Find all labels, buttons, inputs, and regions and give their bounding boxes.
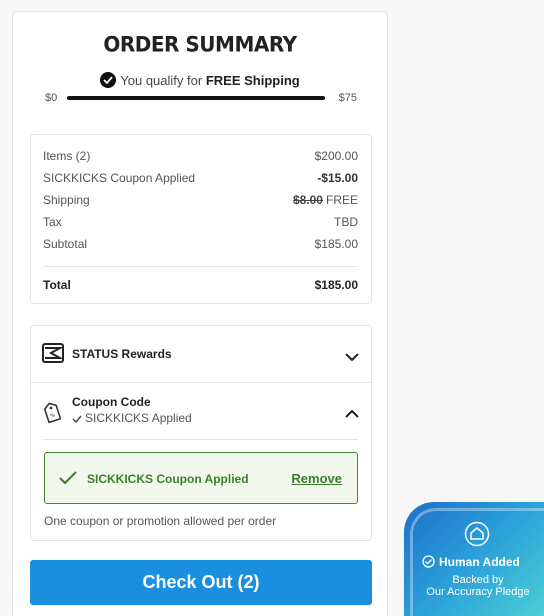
progress-min-label: $0	[45, 92, 58, 104]
coupon-applied-message: SICKKICKS Coupon Applied	[87, 472, 249, 486]
progress-fill	[67, 96, 325, 100]
free-shipping-message: You qualify for FREE Shipping	[13, 72, 387, 88]
checkmark-icon	[72, 415, 82, 424]
coupon-tag-icon: %	[43, 401, 62, 428]
items-value: $200.00	[314, 149, 358, 163]
badge-line-2: Our Accuracy Pledge	[426, 586, 530, 598]
status-rewards-toggle[interactable]: STATUS Rewards	[31, 326, 371, 383]
status-rewards-label: STATUS Rewards	[72, 347, 172, 361]
house-icon	[464, 521, 490, 552]
qualify-prefix: You qualify for	[120, 73, 203, 88]
coupon-code-label: Coupon Code	[72, 395, 151, 409]
coupon-policy-note: One coupon or promotion allowed per orde…	[44, 514, 277, 528]
svg-text:%: %	[49, 412, 56, 419]
order-summary-card: ORDER SUMMARY You qualify for FREE Shipp…	[12, 11, 388, 616]
items-label: Items (2)	[43, 149, 91, 163]
shipping-label: Shipping	[43, 193, 90, 207]
coupon-row: SICKKICKS Coupon Applied -$15.00	[43, 171, 358, 187]
coupon-applied-box: SICKKICKS Coupon Applied Remove	[44, 452, 358, 504]
accuracy-pledge-badge[interactable]: Human Added Backed by Our Accuracy Pledg…	[404, 502, 544, 616]
tax-value: TBD	[334, 215, 358, 229]
remove-coupon-link[interactable]: Remove	[291, 471, 342, 486]
coupon-status: SICKKICKS Applied	[72, 411, 192, 425]
qualify-highlight: FREE Shipping	[205, 73, 300, 88]
rewards-coupon-accordion: STATUS Rewards % Coupon Code SICKKICKS A…	[30, 325, 372, 541]
coupon-divider	[43, 439, 358, 440]
summary-divider	[43, 266, 358, 267]
tax-row: Tax TBD	[43, 215, 358, 231]
chevron-up-icon	[345, 405, 359, 423]
price-breakdown: Items (2) $200.00 SICKKICKS Coupon Appli…	[30, 134, 372, 304]
badge-subtitle: Backed by Our Accuracy Pledge	[404, 574, 544, 598]
badge-title: Human Added	[439, 555, 520, 569]
subtotal-label: Subtotal	[43, 237, 88, 251]
subtotal-row: Subtotal $185.00	[43, 237, 358, 253]
status-rewards-icon	[42, 343, 64, 368]
coupon-value: -$15.00	[317, 171, 358, 185]
page-title: ORDER SUMMARY	[103, 31, 297, 57]
coupon-code-toggle[interactable]: % Coupon Code SICKKICKS Applied	[31, 383, 371, 439]
shipping-original-price: $8.00	[292, 193, 323, 207]
total-row: Total $185.00	[43, 278, 358, 294]
tax-label: Tax	[43, 215, 62, 229]
checkmark-icon	[59, 471, 77, 490]
check-circle-icon	[100, 72, 117, 88]
badge-title-row: Human Added	[422, 555, 520, 569]
shipping-value: FREE	[325, 193, 358, 207]
badge-line-1: Backed by	[452, 574, 504, 586]
shipping-row: Shipping $8.00 FREE	[43, 193, 358, 209]
shipping-progress: $0 $75	[43, 91, 357, 105]
items-row: Items (2) $200.00	[43, 149, 358, 165]
coupon-label: SICKKICKS Coupon Applied	[43, 171, 196, 185]
total-value: $185.00	[314, 278, 358, 292]
total-label: Total	[43, 278, 71, 292]
progress-track	[67, 96, 325, 100]
progress-max-label: $75	[338, 92, 357, 104]
subtotal-value: $185.00	[314, 237, 358, 251]
checkout-button[interactable]: Check Out (2)	[30, 560, 372, 605]
check-circle-outline-icon	[422, 555, 435, 568]
coupon-status-text: SICKKICKS Applied	[85, 411, 192, 425]
chevron-down-icon	[345, 349, 359, 367]
shipping-value-group: $8.00 FREE	[293, 193, 358, 207]
